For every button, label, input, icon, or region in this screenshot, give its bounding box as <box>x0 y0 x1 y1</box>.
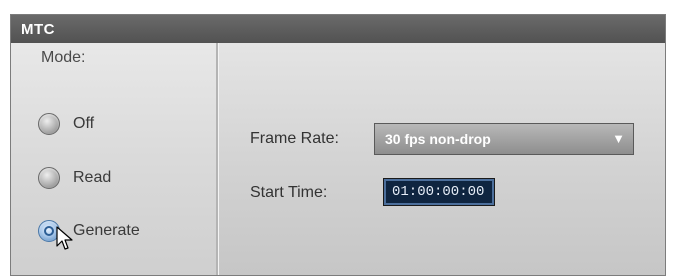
frame-rate-dropdown[interactable]: 30 fps non-drop ▼ <box>374 123 634 155</box>
frame-rate-label: Frame Rate: <box>250 130 339 147</box>
radio-off-icon[interactable] <box>38 113 60 135</box>
radio-off[interactable]: Off <box>38 113 94 135</box>
panel-title: MTC <box>21 21 55 38</box>
radio-off-label: Off <box>73 115 95 132</box>
start-time-field-frame <box>383 178 495 206</box>
mouse-pointer-icon <box>56 226 73 250</box>
start-time-label: Start Time: <box>250 184 328 201</box>
radio-generate-label: Generate <box>73 222 140 239</box>
radio-read-icon[interactable] <box>38 167 60 189</box>
panel-title-bar: MTC <box>11 15 665 43</box>
start-time-input[interactable] <box>386 181 492 203</box>
mode-label: Mode: <box>41 49 86 66</box>
radio-read-label: Read <box>73 169 112 186</box>
radio-read[interactable]: Read <box>38 167 111 189</box>
radio-generate[interactable]: Generate <box>38 220 140 242</box>
frame-rate-value: 30 fps non-drop <box>385 131 491 147</box>
dropdown-arrow-icon: ▼ <box>612 131 625 146</box>
settings-section <box>219 43 665 275</box>
